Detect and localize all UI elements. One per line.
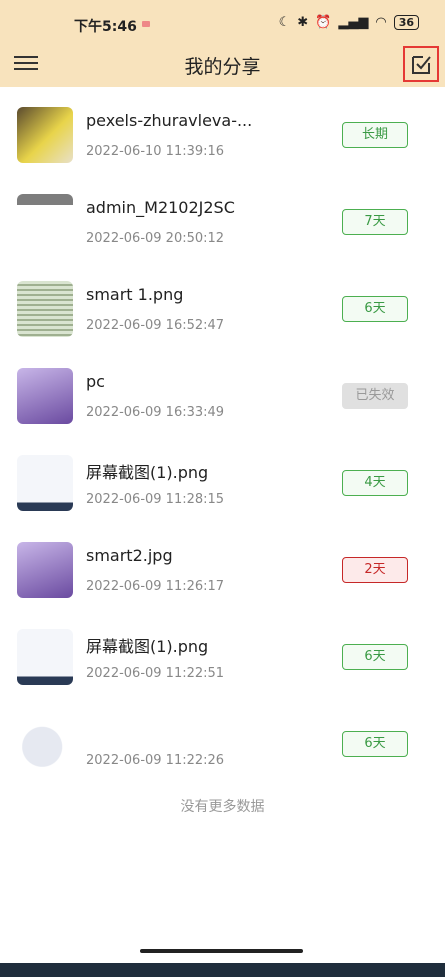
file-name: 屏幕截图(1).png <box>86 637 209 656</box>
app-header: 我的分享 <box>0 44 445 87</box>
share-time: 2022-06-09 11:28:15 <box>86 492 225 507</box>
file-name: pc <box>86 372 105 391</box>
share-time: 2022-06-09 20:50:12 <box>86 231 225 246</box>
expiry-badge: 6天 <box>342 731 408 757</box>
share-time: 2022-06-09 16:52:47 <box>86 318 225 333</box>
list-item[interactable]: pexels-zhuravleva-... 2022-06-10 11:39:1… <box>0 87 445 174</box>
share-time: 2022-06-09 11:22:26 <box>86 753 225 768</box>
file-thumbnail <box>17 281 73 337</box>
share-time: 2022-06-10 11:39:16 <box>86 144 225 159</box>
select-button[interactable] <box>403 46 439 82</box>
file-name: smart2.jpg <box>86 546 173 565</box>
page-title: 我的分享 <box>184 56 261 78</box>
file-thumbnail <box>17 716 73 772</box>
home-indicator[interactable] <box>140 949 303 953</box>
expiry-badge: 2天 <box>342 557 408 583</box>
expiry-badge: 已失效 <box>342 383 408 409</box>
list-item[interactable]: 2022-06-09 11:22:26 6天 <box>0 696 445 783</box>
status-icons: ☾ ✱ ⏰ ▂▄▆ ◠ 36 <box>279 15 419 30</box>
file-thumbnail <box>17 455 73 511</box>
taskbar-strip <box>0 963 445 977</box>
wifi-icon: ◠ <box>375 15 387 30</box>
share-list: pexels-zhuravleva-... 2022-06-10 11:39:1… <box>0 87 445 783</box>
top-bar: 下午5:46 ☾ ✱ ⏰ ▂▄▆ ◠ 36 我的分享 <box>0 0 445 87</box>
share-time: 2022-06-09 16:33:49 <box>86 405 225 420</box>
file-thumbnail <box>17 194 73 250</box>
file-thumbnail <box>17 368 73 424</box>
expiry-badge: 7天 <box>342 209 408 235</box>
status-bar: 下午5:46 ☾ ✱ ⏰ ▂▄▆ ◠ 36 <box>0 0 445 44</box>
expiry-badge: 长期 <box>342 122 408 148</box>
signal-icon: ▂▄▆ <box>338 15 369 30</box>
bluetooth-icon: ✱ <box>297 15 309 30</box>
list-item[interactable]: pc 2022-06-09 16:33:49 已失效 <box>0 348 445 435</box>
file-name: smart 1.png <box>86 285 184 304</box>
file-name: admin_M2102J2SC <box>86 198 235 217</box>
notification-icon <box>142 21 150 27</box>
moon-icon: ☾ <box>278 15 291 30</box>
expiry-badge: 6天 <box>342 644 408 670</box>
share-time: 2022-06-09 11:22:51 <box>86 666 225 681</box>
list-item[interactable]: smart2.jpg 2022-06-09 11:26:17 2天 <box>0 522 445 609</box>
list-item[interactable]: 屏幕截图(1).png 2022-06-09 11:22:51 6天 <box>0 609 445 696</box>
file-thumbnail <box>17 542 73 598</box>
list-item[interactable]: smart 1.png 2022-06-09 16:52:47 6天 <box>0 261 445 348</box>
alarm-icon: ⏰ <box>315 15 332 30</box>
expiry-badge: 4天 <box>342 470 408 496</box>
status-time: 下午5:46 <box>74 19 137 35</box>
list-item[interactable]: admin_M2102J2SC 2022-06-09 20:50:12 7天 <box>0 174 445 261</box>
file-name: pexels-zhuravleva-... <box>86 111 253 130</box>
share-time: 2022-06-09 11:26:17 <box>86 579 225 594</box>
file-thumbnail <box>17 107 73 163</box>
checkbox-icon <box>412 56 431 74</box>
file-thumbnail <box>17 629 73 685</box>
list-item[interactable]: 屏幕截图(1).png 2022-06-09 11:28:15 4天 <box>0 435 445 522</box>
expiry-badge: 6天 <box>342 296 408 322</box>
no-more-data: 没有更多数据 <box>180 799 265 815</box>
battery-icon: 36 <box>393 15 419 30</box>
file-name: 屏幕截图(1).png <box>86 463 209 482</box>
